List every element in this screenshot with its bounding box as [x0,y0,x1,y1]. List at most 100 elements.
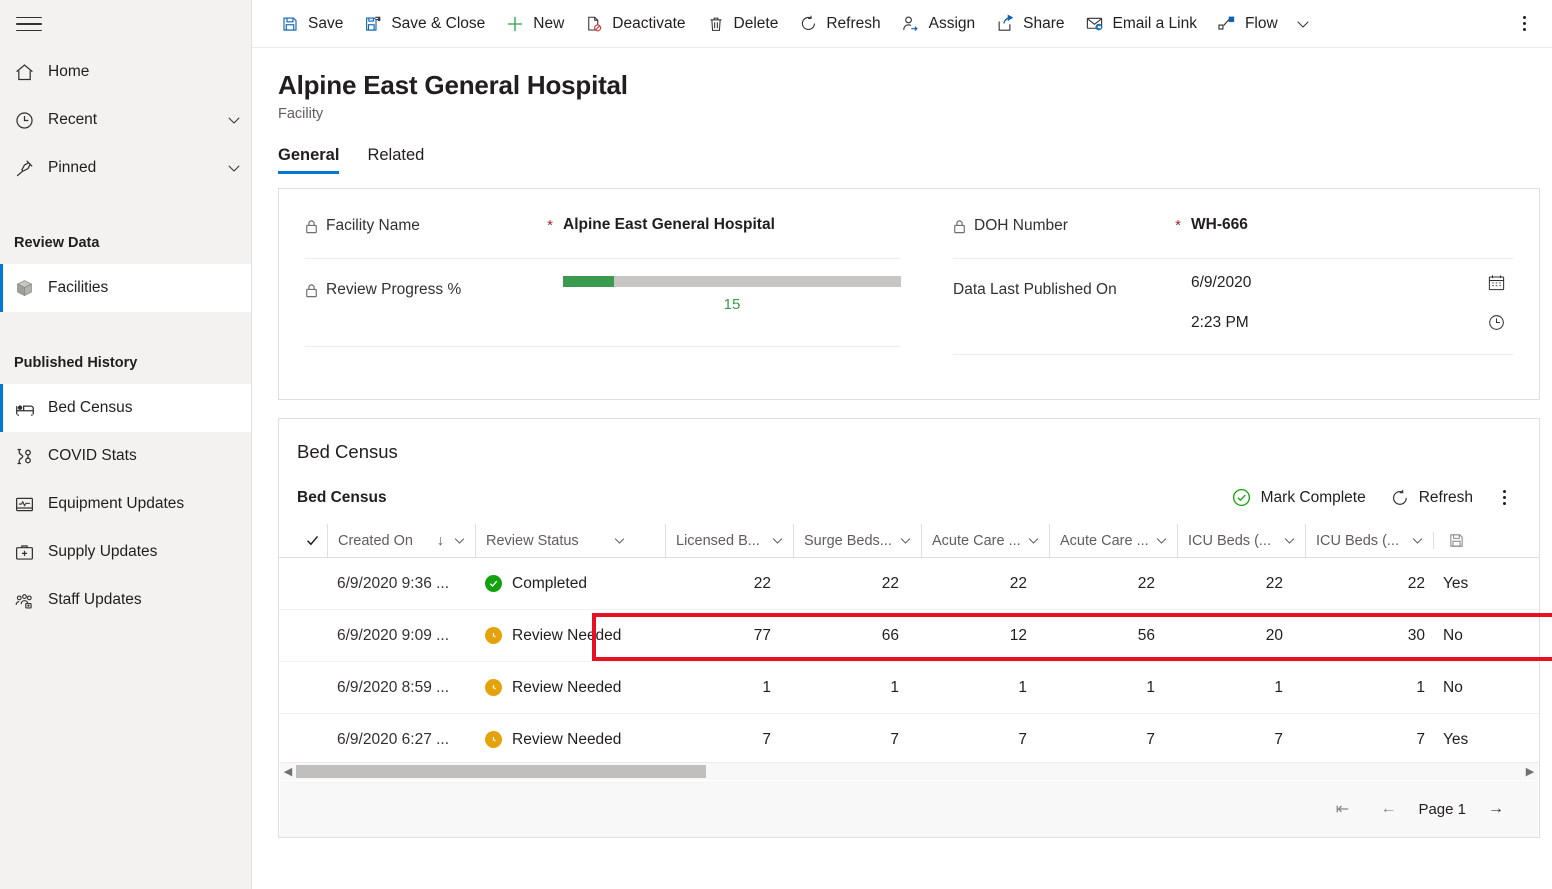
chevron-down-icon[interactable] [448,533,475,548]
table-row[interactable]: 6/9/2020 6:27 ... Review Needed 7 7 7 7 … [279,714,1539,766]
chevron-down-icon[interactable] [1022,533,1049,548]
sidebar-item-pinned[interactable]: Pinned [0,144,251,192]
grid-more-commands-icon[interactable] [1487,482,1521,514]
chevron-down-icon[interactable] [608,533,635,548]
doh-number-required-marker: * [1165,214,1191,234]
progress-bar-track [563,276,901,287]
chevron-down-icon[interactable] [1278,533,1305,548]
column-header-review-status[interactable]: Review Status [475,524,665,558]
more-commands-icon[interactable] [1506,4,1542,44]
column-header-icu-beds-2[interactable]: ICU Beds (... [1305,524,1433,558]
cell-overflow-yes-no: Yes [1433,558,1487,610]
field-row-data-last-published-on: Data Last Published On 6/9/2020 [953,259,1513,355]
assign-label: Assign [929,15,976,33]
progress-bar-fill [563,276,614,287]
deactivate-button[interactable]: Deactivate [574,4,695,44]
time-row: 2:23 PM [1191,313,1513,332]
cell-review-status: Review Needed [475,714,665,766]
data-last-published-time[interactable]: 2:23 PM [1191,314,1479,332]
table-row[interactable]: 6/9/2020 8:59 ... Review Needed 1 1 1 1 … [279,662,1539,714]
column-header-acute-care-2[interactable]: Acute Care ... [1049,524,1177,558]
cell-icu-beds-1: 1 [1177,662,1305,714]
chevron-down-icon[interactable] [217,159,251,177]
select-all-checkbox[interactable] [297,533,327,548]
next-page-button[interactable]: → [1474,789,1518,829]
delete-button[interactable]: Delete [696,4,789,44]
sidebar-item-equipment-updates[interactable]: Equipment Updates [0,480,251,528]
assign-button[interactable]: Assign [891,4,986,44]
mark-complete-label: Mark Complete [1261,489,1366,507]
subgrid-refresh-button[interactable]: Refresh [1380,482,1483,514]
cell-licensed-beds: 7 [665,714,793,766]
chevron-down-icon[interactable] [217,111,251,129]
share-button[interactable]: Share [985,4,1074,44]
scroll-left-arrow-icon[interactable]: ◀ [280,765,296,778]
sidebar-item-home[interactable]: Home [0,48,251,96]
site-map-toggle[interactable] [0,0,251,48]
scrollbar-track[interactable] [296,765,1522,778]
scrollbar-thumb[interactable] [296,765,706,778]
table-row[interactable]: 6/9/2020 9:36 ... Completed 22 22 22 22 … [279,558,1539,610]
email-a-link-button[interactable]: Email a Link [1075,4,1207,44]
chevron-down-icon[interactable] [1406,533,1433,548]
refresh-button[interactable]: Refresh [788,4,890,44]
cell-acute-care-2: 1 [1049,662,1177,714]
form-column-right: DOH Number * WH-666 Data Last Published … [927,189,1539,399]
sidebar-item-recent[interactable]: Recent [0,96,251,144]
flow-chevron-down-icon[interactable] [1288,15,1318,33]
column-header-icu-beds-1[interactable]: ICU Beds (... [1177,524,1305,558]
column-header-label: Licensed B... [676,533,766,549]
new-button[interactable]: New [495,4,574,44]
cell-review-status-label: Review Needed [512,627,621,645]
calendar-icon[interactable] [1479,273,1513,292]
column-header-label: Review Status [486,533,608,549]
column-header-created-on[interactable]: Created On ↓ [327,524,475,558]
email-a-link-label: Email a Link [1113,15,1197,33]
cell-acute-care-2: 22 [1049,558,1177,610]
save-button[interactable]: Save [270,4,353,44]
cell-icu-beds-2: 7 [1305,714,1433,766]
deactivate-label: Deactivate [612,15,685,33]
doh-number-value[interactable]: WH-666 [1191,214,1513,234]
clock-icon [14,110,44,131]
record-header: Alpine East General Hospital Facility [252,48,1552,122]
scroll-right-arrow-icon[interactable]: ▶ [1522,765,1538,778]
grid-horizontal-scrollbar[interactable]: ◀ ▶ [280,762,1538,780]
sort-descending-icon: ↓ [433,533,448,549]
doh-number-label: DOH Number [974,217,1068,235]
cell-overflow-yes-no: No [1433,610,1487,662]
data-last-published-date[interactable]: 6/9/2020 [1191,274,1479,292]
cell-icu-beds-2: 22 [1305,558,1433,610]
mark-complete-button[interactable]: Mark Complete [1221,481,1376,514]
column-header-licensed-beds[interactable]: Licensed B... [665,524,793,558]
chevron-down-icon[interactable] [1150,533,1177,548]
first-page-button[interactable]: ⇤ [1320,789,1364,829]
sidebar-item-covid-stats[interactable]: COVID Stats [0,432,251,480]
data-last-published-required-placeholder [1165,259,1191,262]
column-header-acute-care-1[interactable]: Acute Care ... [921,524,1049,558]
column-header-surge-beds[interactable]: Surge Beds... [793,524,921,558]
review-progress-value: 15 [563,296,901,313]
sidebar-item-supply-updates[interactable]: Supply Updates [0,528,251,576]
sidebar-item-facilities[interactable]: Facilities [0,264,251,312]
previous-page-button[interactable]: ← [1366,789,1410,829]
sidebar-item-staff-updates[interactable]: Staff Updates [0,576,251,624]
facility-name-value[interactable]: Alpine East General Hospital [563,214,901,234]
chevron-down-icon[interactable] [894,533,921,548]
table-row[interactable]: 6/9/2020 9:09 ... Review Needed 77 66 12… [279,610,1539,662]
virus-icon [14,446,44,467]
lock-icon [953,217,967,234]
lock-icon [305,281,319,298]
refresh-icon [798,14,818,33]
tab-related[interactable]: Related [367,146,438,174]
chevron-down-icon[interactable] [766,533,793,548]
clock-icon[interactable] [1479,313,1513,332]
assign-person-icon [901,14,921,33]
save-and-close-button[interactable]: Save & Close [353,4,495,44]
save-and-close-label: Save & Close [391,15,485,33]
progress-wrap: 15 [563,276,901,313]
sidebar-item-bed-census[interactable]: Bed Census [0,384,251,432]
flow-button[interactable]: Flow [1207,4,1288,44]
tab-general[interactable]: General [278,146,353,174]
save-grid-icon[interactable] [1433,532,1479,549]
